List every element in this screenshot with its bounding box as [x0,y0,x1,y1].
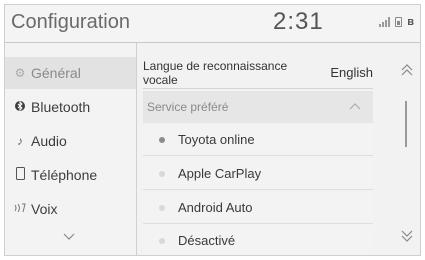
main-panel: Langue de reconnaissance vocale English … [143,43,373,255]
radio-dot-icon [159,204,165,211]
service-option[interactable]: Désactivé [143,225,373,255]
settings-screen: Configuration 2:31 ʙ ⚙ Général Bluetooth… [4,4,421,256]
radio-dot-icon [159,170,165,177]
sidebar-item-label: Général [31,65,81,81]
bluetooth-icon [9,100,31,115]
service-option[interactable]: Apple CarPlay [143,158,373,190]
status-icons: ʙ [379,16,414,28]
sidebar-item-bluetooth[interactable]: Bluetooth [5,91,136,123]
scrollbar[interactable] [405,101,407,147]
scroll-down-icon[interactable] [399,229,415,243]
scroll-up-icon[interactable] [399,63,415,77]
chevron-down-icon[interactable] [62,229,76,243]
service-option[interactable]: Toyota online [143,124,373,156]
sidebar-item-label: Bluetooth [31,99,91,115]
signal-icon [379,17,391,27]
sidebar-item-general[interactable]: ⚙ Général [5,57,136,89]
sidebar-item-telephone[interactable]: Téléphone [5,159,136,191]
scroll-controls [377,43,420,255]
radio-dot-icon [159,237,165,244]
header-bar: Configuration 2:31 ʙ [5,5,420,43]
sidebar-item-label: Audio [31,133,67,149]
service-option-label: Toyota online [178,132,255,147]
service-option-label: Apple CarPlay [178,166,262,181]
preferred-service-header[interactable]: Service préféré [143,91,373,123]
voice-language-row[interactable]: Langue de reconnaissance vocale English [143,57,373,89]
chevron-up-icon [349,103,361,110]
clock: 2:31 [273,8,324,35]
sidebar-item-audio[interactable]: ♪ Audio [5,125,136,157]
voice-language-value: English [330,65,373,80]
service-option-label: Android Auto [178,200,253,215]
phone-battery-icon [395,17,403,27]
phone-icon [9,167,31,183]
service-option-label: Désactivé [178,233,236,248]
page-title: Configuration [11,11,130,33]
bluetooth-icon: ʙ [407,16,414,28]
sidebar-item-voice[interactable]: Voix [5,193,136,225]
gear-icon: ⚙ [14,66,26,80]
voice-language-label: Langue de reconnaissance vocale [143,58,288,87]
service-option[interactable]: Android Auto [143,192,373,224]
sidebar-item-label: Téléphone [31,167,98,183]
radio-dot-icon [159,136,165,143]
music-note-icon: ♪ [17,134,23,148]
sidebar: ⚙ Général Bluetooth ♪ Audio Téléphone Vo… [5,43,137,255]
preferred-service-label: Service préféré [147,100,229,114]
sidebar-item-label: Voix [31,201,58,217]
voice-icon [9,202,31,217]
